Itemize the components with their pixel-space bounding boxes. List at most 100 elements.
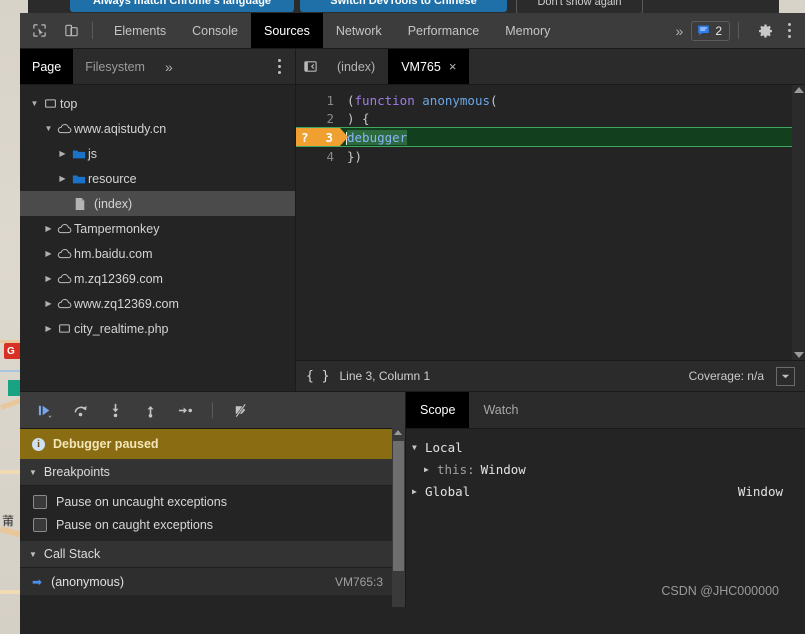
navigator-more-chevron-icon[interactable]: » bbox=[157, 59, 181, 75]
nav-tab-page[interactable]: Page bbox=[20, 49, 74, 84]
cloud-icon bbox=[55, 297, 74, 310]
tree-item-label: www.zq12369.com bbox=[74, 296, 179, 311]
expand-caret-icon[interactable]: ▶ bbox=[42, 249, 55, 258]
tree-item-m-zq12369[interactable]: ▶ m.zq12369.com bbox=[20, 266, 295, 291]
tree-item-aqistudy[interactable]: ▼ www.aqistudy.cn bbox=[20, 116, 295, 141]
breakpoint-marker[interactable]: ? 3 bbox=[296, 128, 348, 146]
tab-console[interactable]: Console bbox=[179, 13, 251, 48]
tab-scope[interactable]: Scope bbox=[406, 392, 470, 428]
banner-button-1[interactable]: Switch DevTools to Chinese bbox=[300, 0, 507, 12]
banner-button-0[interactable]: Always match Chrome's language bbox=[70, 0, 294, 12]
editor-status-bar: { } Line 3, Column 1 Coverage: n/a bbox=[296, 360, 805, 391]
expand-caret-icon[interactable]: ▶ bbox=[424, 465, 437, 474]
paused-message: Debugger paused bbox=[53, 437, 159, 451]
tree-item-top[interactable]: ▼ top bbox=[20, 91, 295, 116]
tree-item-hm-baidu[interactable]: ▶ hm.baidu.com bbox=[20, 241, 295, 266]
scope-row-local[interactable]: ▼ Local bbox=[406, 436, 805, 458]
section-breakpoints[interactable]: ▼ Breakpoints bbox=[20, 459, 405, 486]
frame-icon bbox=[41, 97, 60, 110]
collapse-caret-icon[interactable]: ▼ bbox=[29, 468, 37, 477]
pause-on-uncaught-exceptions-row[interactable]: Pause on uncaught exceptions bbox=[20, 490, 405, 513]
expand-caret-icon[interactable]: ▶ bbox=[42, 299, 55, 308]
tab-watch[interactable]: Watch bbox=[469, 392, 532, 428]
close-icon[interactable]: × bbox=[449, 59, 457, 74]
tab-sources[interactable]: Sources bbox=[250, 13, 323, 48]
editor-scrollbar[interactable] bbox=[792, 85, 805, 360]
tree-item-www-zq12369[interactable]: ▶ www.zq12369.com bbox=[20, 291, 295, 316]
banner-button-2[interactable]: Don't show again bbox=[516, 0, 643, 13]
scope-name: Local bbox=[425, 439, 463, 455]
collapse-caret-icon[interactable]: ▼ bbox=[412, 443, 425, 452]
scope-row-global[interactable]: ▶ Global Window bbox=[406, 480, 805, 502]
editor-tab-index[interactable]: (index) bbox=[324, 49, 388, 84]
call-stack-row[interactable]: ➡ (anonymous) VM765:3 bbox=[20, 568, 405, 595]
expand-caret-icon[interactable]: ▶ bbox=[56, 174, 69, 183]
scroll-up-arrow-icon[interactable] bbox=[394, 430, 402, 435]
tree-item-resource[interactable]: ▶ resource bbox=[20, 166, 295, 191]
message-bubble-icon bbox=[698, 25, 710, 36]
editor-tab-index-label: (index) bbox=[337, 59, 376, 74]
step-over-icon[interactable] bbox=[69, 399, 91, 421]
message-count-badge[interactable]: 2 bbox=[691, 20, 730, 41]
expand-caret-icon[interactable]: ▶ bbox=[42, 224, 55, 233]
breakpoint-options: Pause on uncaught exceptions Pause on ca… bbox=[20, 486, 405, 541]
step-icon[interactable] bbox=[174, 399, 196, 421]
debugger-paused-banner: i Debugger paused bbox=[20, 429, 405, 459]
folder-icon bbox=[69, 148, 88, 160]
tree-item-js[interactable]: ▶ js bbox=[20, 141, 295, 166]
gear-icon[interactable] bbox=[753, 18, 779, 44]
tab-elements[interactable]: Elements bbox=[101, 13, 179, 48]
expand-caret-icon[interactable]: ▶ bbox=[412, 487, 425, 496]
tab-network[interactable]: Network bbox=[323, 13, 395, 48]
scope-value[interactable]: Window bbox=[475, 462, 526, 477]
tree-item-index[interactable]: (index) bbox=[20, 191, 295, 216]
scope-name: this: bbox=[437, 461, 475, 477]
drawer-toggle-icon[interactable] bbox=[776, 366, 795, 386]
section-call-stack[interactable]: ▼ Call Stack bbox=[20, 541, 405, 568]
page-cjk-text: 莆 bbox=[2, 514, 15, 528]
collapse-caret-icon[interactable]: ▼ bbox=[29, 550, 37, 559]
nav-tab-filesystem[interactable]: Filesystem bbox=[73, 49, 157, 84]
device-toolbar-icon[interactable] bbox=[58, 18, 84, 44]
call-stack-name: (anonymous) bbox=[51, 574, 125, 589]
deactivate-breakpoints-icon[interactable] bbox=[229, 399, 251, 421]
tree-item-city-realtime[interactable]: ▶ city_realtime.php bbox=[20, 316, 295, 341]
line-number: 2 bbox=[326, 110, 334, 126]
scope-value[interactable]: Window bbox=[738, 484, 805, 499]
code-line-4: 4 }) bbox=[296, 147, 805, 165]
show-navigator-icon[interactable] bbox=[296, 49, 324, 84]
expand-caret-icon[interactable]: ▶ bbox=[56, 149, 69, 158]
code-editor[interactable]: 1 (function anonymous( 2 ) { ? 3 3 debug… bbox=[296, 85, 805, 360]
editor-tab-vm765[interactable]: VM765 × bbox=[388, 49, 470, 84]
tree-item-label: Tampermonkey bbox=[74, 221, 160, 236]
cloud-icon bbox=[55, 247, 74, 260]
tab-performance[interactable]: Performance bbox=[395, 13, 493, 48]
expand-caret-icon[interactable]: ▼ bbox=[42, 124, 55, 133]
expand-caret-icon[interactable]: ▼ bbox=[28, 99, 41, 108]
watermark: CSDN @JHC000000 bbox=[661, 584, 779, 598]
more-tabs-chevron-icon[interactable]: » bbox=[668, 23, 692, 39]
kebab-menu-icon[interactable] bbox=[779, 18, 799, 44]
scope-name: Global bbox=[425, 483, 471, 499]
scope-row-this[interactable]: ▶ this: Window bbox=[406, 458, 805, 480]
tab-memory[interactable]: Memory bbox=[492, 13, 563, 48]
tree-item-tampermonkey[interactable]: ▶ Tampermonkey bbox=[20, 216, 295, 241]
call-stack-row-partial[interactable] bbox=[20, 595, 405, 605]
cloud-icon bbox=[55, 222, 74, 235]
inspect-cursor-icon[interactable] bbox=[26, 18, 52, 44]
checkbox[interactable] bbox=[33, 494, 47, 509]
tree-item-label: resource bbox=[88, 171, 137, 186]
step-into-icon[interactable] bbox=[104, 399, 126, 421]
scroll-up-arrow-icon[interactable] bbox=[793, 87, 804, 93]
checkbox[interactable] bbox=[33, 517, 47, 532]
resume-icon[interactable] bbox=[34, 399, 56, 421]
scrollbar-thumb[interactable] bbox=[393, 441, 404, 571]
pretty-print-braces-icon[interactable]: { } bbox=[306, 369, 329, 384]
pause-on-caught-exceptions-row[interactable]: Pause on caught exceptions bbox=[20, 513, 405, 536]
expand-caret-icon[interactable]: ▶ bbox=[42, 324, 55, 333]
scroll-down-arrow-icon[interactable] bbox=[793, 352, 804, 358]
debugger-sidebar-scrollbar[interactable] bbox=[392, 428, 405, 607]
step-out-icon[interactable] bbox=[139, 399, 161, 421]
expand-caret-icon[interactable]: ▶ bbox=[42, 274, 55, 283]
navigator-kebab-menu-icon[interactable] bbox=[269, 54, 289, 80]
